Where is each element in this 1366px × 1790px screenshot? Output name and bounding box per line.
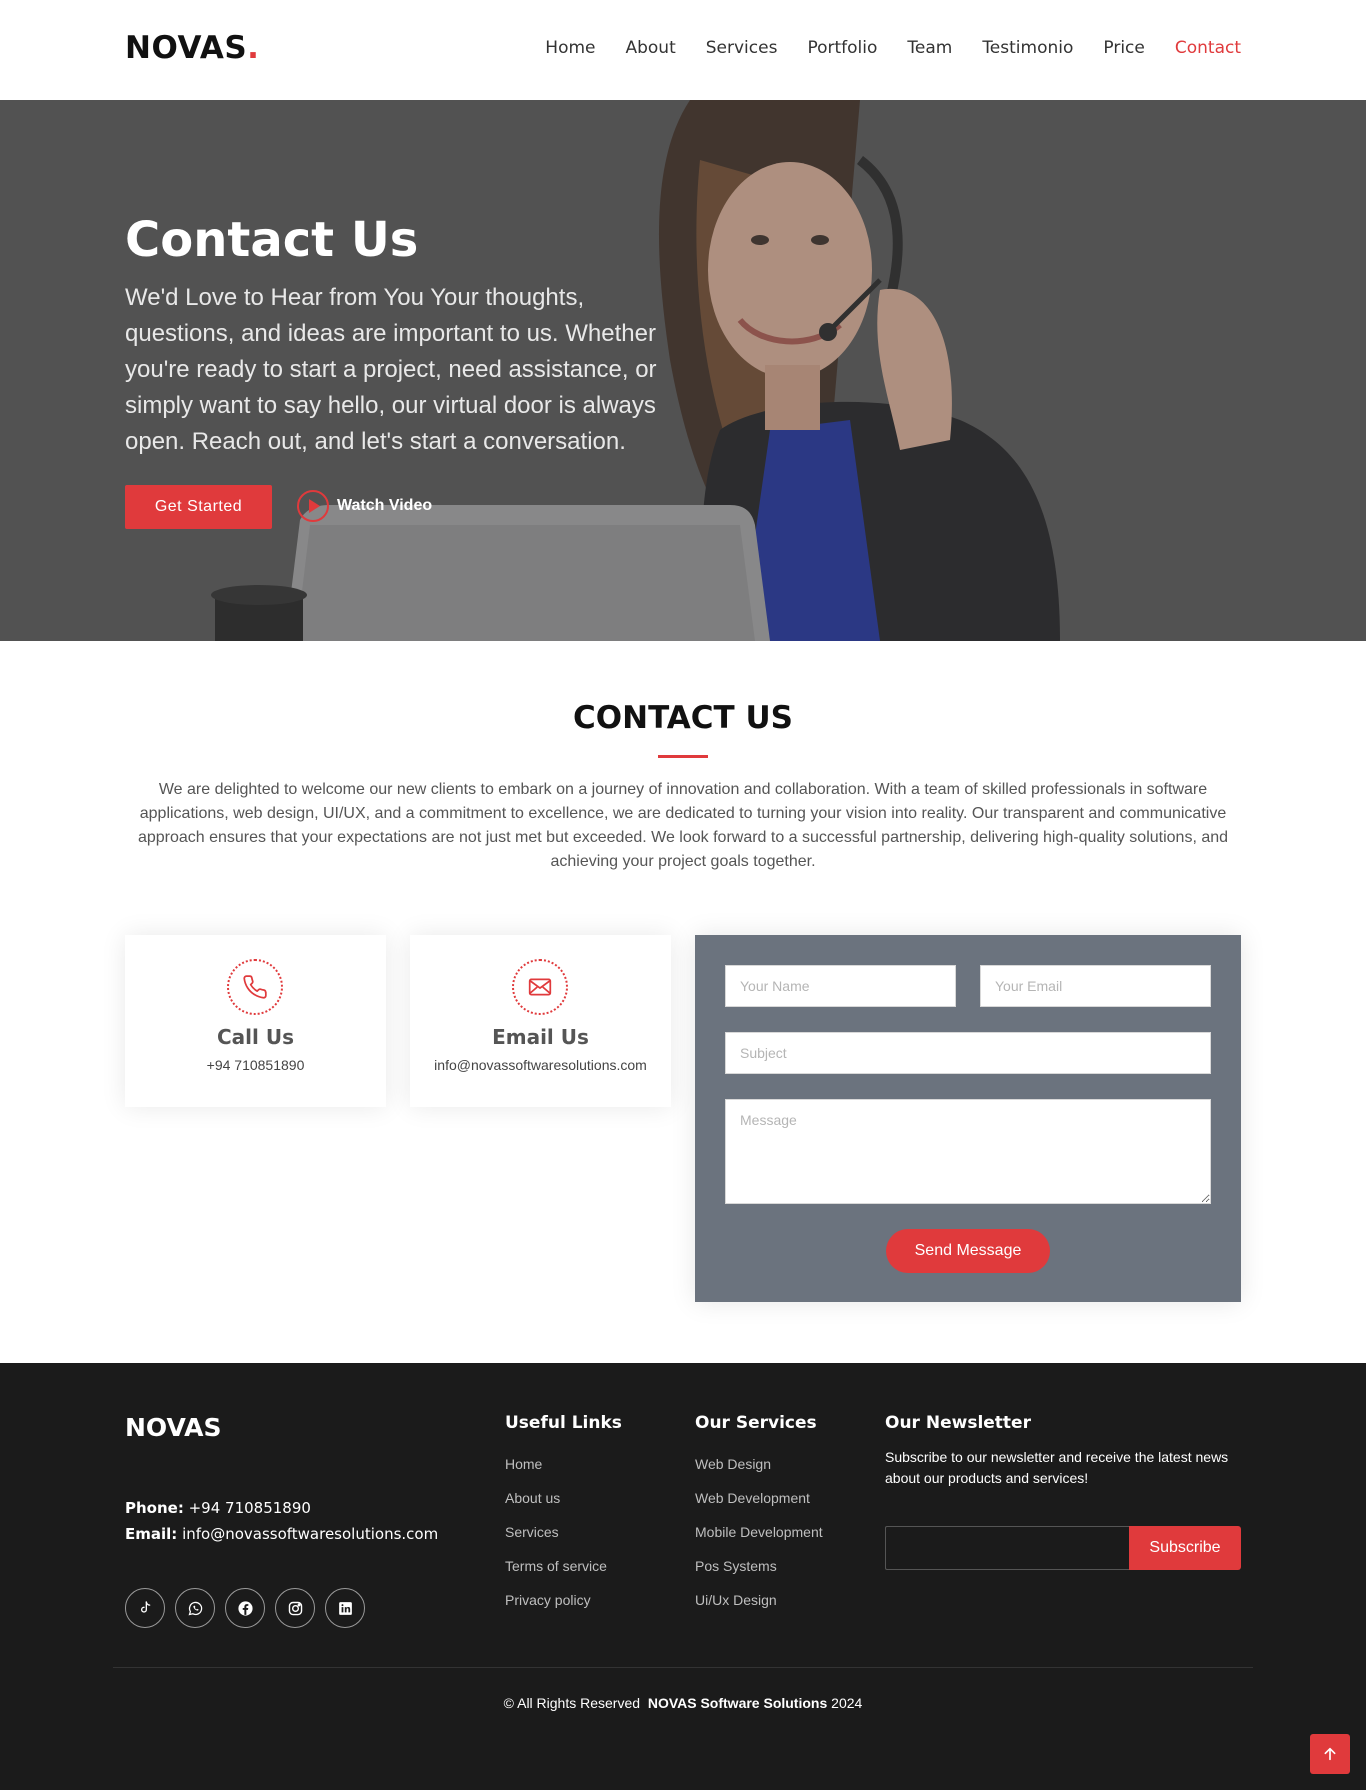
name-input[interactable] xyxy=(725,965,956,1007)
copyright-prefix: © All Rights Reserved xyxy=(503,1695,641,1711)
call-us-title: Call Us xyxy=(217,1025,294,1049)
footer-divider xyxy=(113,1667,1253,1668)
call-us-card: Call Us +94 710851890 xyxy=(125,935,386,1107)
site-footer: NOVAS Phone: +94 710851890 Email: info@n… xyxy=(0,1363,1366,1790)
footer-email-label: Email: xyxy=(125,1525,178,1543)
nav-about[interactable]: About xyxy=(625,38,675,58)
arrow-up-icon xyxy=(1324,1747,1336,1761)
footer-service-uiux-design[interactable]: Ui/Ux Design xyxy=(695,1583,823,1617)
newsletter-text: Subscribe to our newsletter and receive … xyxy=(885,1449,1229,1486)
footer-link-services[interactable]: Services xyxy=(505,1515,622,1549)
footer-link-about[interactable]: About us xyxy=(505,1481,622,1515)
footer-link-terms[interactable]: Terms of service xyxy=(505,1549,622,1583)
newsletter-column: Our Newsletter Subscribe to our newslett… xyxy=(885,1413,1241,1489)
footer-email: info@novassoftwaresolutions.com xyxy=(182,1525,439,1543)
email-us-card: Email Us info@novassoftwaresolutions.com xyxy=(410,935,671,1107)
call-us-number: +94 710851890 xyxy=(206,1057,305,1073)
nav-team[interactable]: Team xyxy=(907,38,952,58)
main-nav: Home About Services Portfolio Team Testi… xyxy=(545,38,1241,58)
back-to-top-button[interactable] xyxy=(1310,1734,1350,1774)
hero-section: Contact Us We'd Love to Hear from You Yo… xyxy=(0,100,1366,641)
hero-title: Contact Us xyxy=(125,212,419,268)
footer-logo[interactable]: NOVAS xyxy=(125,1413,222,1442)
nav-portfolio[interactable]: Portfolio xyxy=(807,38,877,58)
send-message-button[interactable]: Send Message xyxy=(886,1229,1050,1273)
footer-service-web-development[interactable]: Web Development xyxy=(695,1481,823,1515)
newsletter-form: Subscribe xyxy=(885,1526,1241,1570)
nav-price[interactable]: Price xyxy=(1103,38,1144,58)
useful-links-title: Useful Links xyxy=(505,1413,622,1433)
section-title: CONTACT US xyxy=(573,700,793,736)
nav-home[interactable]: Home xyxy=(545,38,595,58)
newsletter-title: Our Newsletter xyxy=(885,1413,1031,1433)
footer-link-home[interactable]: Home xyxy=(505,1447,622,1481)
site-logo[interactable]: NOVAS. xyxy=(125,30,259,66)
facebook-icon[interactable] xyxy=(225,1588,265,1628)
subscribe-button[interactable]: Subscribe xyxy=(1129,1526,1241,1570)
footer-phone: +94 710851890 xyxy=(188,1499,311,1517)
our-services-title: Our Services xyxy=(695,1413,817,1433)
tiktok-icon[interactable] xyxy=(125,1588,165,1628)
section-title-underline xyxy=(658,755,708,758)
footer-service-pos-systems[interactable]: Pos Systems xyxy=(695,1549,823,1583)
nav-testimonio[interactable]: Testimonio xyxy=(982,38,1073,58)
linkedin-icon[interactable] xyxy=(325,1588,365,1628)
footer-contact-info: Phone: +94 710851890 Email: info@novasso… xyxy=(125,1495,438,1547)
section-description: We are delighted to welcome our new clie… xyxy=(137,781,1229,870)
copyright-year: 2024 xyxy=(831,1695,863,1711)
email-us-title: Email Us xyxy=(492,1025,589,1049)
watch-video-label: Watch Video xyxy=(337,497,433,514)
get-started-button[interactable]: Get Started xyxy=(125,485,272,529)
instagram-icon[interactable] xyxy=(275,1588,315,1628)
footer-phone-label: Phone: xyxy=(125,1499,184,1517)
copyright-company: NOVAS Software Solutions xyxy=(647,1695,828,1711)
whatsapp-icon[interactable] xyxy=(175,1588,215,1628)
play-icon xyxy=(297,490,329,522)
footer-service-web-design[interactable]: Web Design xyxy=(695,1447,823,1481)
copyright: © All Rights Reserved NOVAS Software Sol… xyxy=(0,1695,1366,1711)
envelope-icon xyxy=(512,959,568,1015)
nav-contact[interactable]: Contact xyxy=(1175,38,1241,58)
site-header: NOVAS. Home About Services Portfolio Tea… xyxy=(0,0,1366,100)
nav-services[interactable]: Services xyxy=(706,38,778,58)
message-textarea[interactable] xyxy=(725,1099,1211,1204)
subject-input[interactable] xyxy=(725,1032,1211,1074)
footer-service-mobile-development[interactable]: Mobile Development xyxy=(695,1515,823,1549)
phone-icon xyxy=(227,959,283,1015)
watch-video-link[interactable]: Watch Video xyxy=(297,490,432,522)
our-services-column: Our Services Web Design Web Development … xyxy=(695,1413,823,1617)
email-input[interactable] xyxy=(980,965,1211,1007)
hero-text: We'd Love to Hear from You Your thoughts… xyxy=(125,284,657,455)
useful-links-column: Useful Links Home About us Services Term… xyxy=(505,1413,622,1617)
footer-link-privacy[interactable]: Privacy policy xyxy=(505,1583,622,1617)
email-us-address: info@novassoftwaresolutions.com xyxy=(434,1057,647,1073)
newsletter-email-input[interactable] xyxy=(885,1526,1129,1570)
contact-form: Send Message xyxy=(695,935,1241,1302)
social-links xyxy=(125,1588,365,1628)
